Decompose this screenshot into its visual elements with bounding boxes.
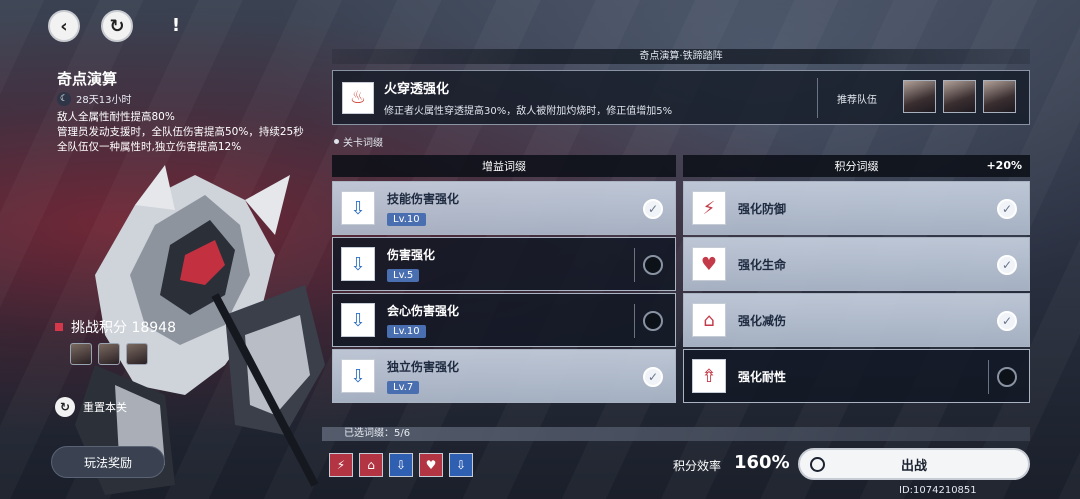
score-column-title: 积分词缀 (834, 160, 879, 173)
timer: ☾ 28天13小时 (57, 91, 131, 106)
bullet-icon (334, 139, 339, 144)
avatar (70, 343, 92, 365)
arrow-down-icon: ⇩ (341, 247, 375, 281)
avatar (126, 343, 148, 365)
ring-icon (810, 457, 825, 472)
reset-icon: ↻ (55, 397, 75, 417)
divider (988, 360, 989, 394)
shield-break-icon: ⚡ (329, 453, 353, 477)
desc-line: 敌人全属性耐性提高80% (57, 111, 175, 123)
arrow-down-icon: ⇩ (341, 303, 375, 337)
check-icon[interactable]: ✓ (997, 255, 1017, 275)
score-mod-name: 强化防御 (738, 201, 787, 216)
check-icon[interactable]: ✓ (643, 199, 663, 219)
score-card[interactable]: ⇮ 强化耐性 (683, 349, 1030, 403)
check-icon[interactable]: ✓ (997, 311, 1017, 331)
score-card[interactable]: ⌂ 强化减伤 ✓ (683, 293, 1030, 347)
score-text: 挑战积分 18948 (71, 320, 176, 336)
team-avatars (70, 343, 148, 365)
buff-name: 会心伤害强化 (387, 304, 460, 318)
reset-label: 重置本关 (83, 401, 127, 414)
mode-description: 敌人全属性耐性提高80% 管理员发动支援时，全队伍伤害提高50%，持续25秒 全… (57, 110, 307, 155)
recommend-label: 推荐队伍 (837, 95, 877, 106)
buff-card[interactable]: ⇩ 独立伤害强化 Lv.7 ✓ (332, 349, 676, 403)
check-icon[interactable]: ✓ (997, 199, 1017, 219)
radio-icon[interactable] (643, 255, 663, 275)
buff-level: Lv.7 (387, 381, 420, 394)
score-card[interactable]: ♥ 强化生命 ✓ (683, 237, 1030, 291)
score-mod-name: 强化减伤 (738, 313, 787, 328)
alert-icon: ! (171, 15, 181, 36)
desc-line: 管理员发动支援时，全队伍伤害提高50%，持续25秒 (57, 126, 304, 138)
radio-icon[interactable] (643, 311, 663, 331)
timer-text: 28天13小时 (76, 95, 132, 106)
house-shield-icon: ⌂ (692, 303, 726, 337)
start-label: 出战 (900, 458, 927, 474)
efficiency-label: 积分效率 (673, 459, 722, 473)
efficiency-value: 160% (734, 452, 790, 473)
avatar[interactable] (943, 80, 976, 113)
buff-column-title: 增益词缀 (482, 160, 526, 173)
info-button[interactable]: ! (165, 15, 187, 39)
arrow-down-icon: ⇩ (341, 359, 375, 393)
avatar (98, 343, 120, 365)
score-mod-name: 强化生命 (738, 257, 787, 272)
check-icon[interactable]: ✓ (643, 367, 663, 387)
modifier-card: ♨ 火穿透强化 修正者火属性穿透提高30%，敌人被附加灼烧时，修正值增加5% 推… (332, 70, 1030, 125)
divider (634, 304, 635, 338)
radio-icon[interactable] (997, 367, 1017, 387)
avatar[interactable] (903, 80, 936, 113)
selected-icons: ⚡ ⌂ ⇩ ♥ ⇩ (329, 453, 473, 477)
desc-line: 全队伍仅一种属性时,独立伤害提高12% (57, 141, 242, 153)
user-id: ID:1074210851 (899, 485, 977, 496)
back-icon: ‹ (60, 15, 68, 37)
score-marker-icon (55, 323, 63, 331)
recommended-team (903, 80, 1016, 113)
divider (634, 248, 635, 282)
moon-icon: ☾ (57, 91, 71, 106)
fire-icon: ♨ (342, 81, 374, 114)
refresh-button[interactable]: ↻ (101, 10, 133, 42)
divider (817, 78, 818, 118)
challenge-score: 挑战积分 18948 (55, 317, 176, 337)
buff-column-header: 增益词缀 (332, 155, 676, 177)
score-mod-name: 强化耐性 (738, 369, 787, 384)
shield-break-icon: ⚡ (692, 191, 726, 225)
buff-card[interactable]: ⇩ 会心伤害强化 Lv.10 (332, 293, 676, 347)
buff-level: Lv.5 (387, 269, 420, 282)
start-battle-button[interactable]: 出战 (798, 448, 1030, 480)
buff-level: Lv.10 (387, 213, 426, 226)
buff-name: 伤害强化 (387, 248, 436, 262)
resistance-icon: ⇮ (692, 359, 726, 393)
reset-button[interactable]: ↻ 重置本关 (55, 397, 127, 417)
buff-name: 独立伤害强化 (387, 360, 460, 374)
arrow-down-icon: ⇩ (449, 453, 473, 477)
score-bonus: +20% (986, 159, 1022, 172)
modifier-title: 火穿透强化 (384, 82, 450, 97)
score-card[interactable]: ⚡ 强化防御 ✓ (683, 181, 1030, 235)
section-label: 关卡词缀 (334, 134, 383, 149)
buff-card[interactable]: ⇩ 伤害强化 Lv.5 (332, 237, 676, 291)
reward-button[interactable]: 玩法奖励 (51, 446, 165, 478)
refresh-icon: ↻ (109, 15, 125, 37)
heart-icon: ♥ (419, 453, 443, 477)
arrow-down-icon: ⇩ (389, 453, 413, 477)
house-shield-icon: ⌂ (359, 453, 383, 477)
mode-title: 奇点演算 (57, 70, 118, 88)
back-button[interactable]: ‹ (48, 10, 80, 42)
avatar[interactable] (983, 80, 1016, 113)
selected-count: 已选词缀：5/6 (322, 427, 1030, 441)
buff-name: 技能伤害强化 (387, 192, 460, 206)
score-column-header: 积分词缀 +20% (683, 155, 1030, 177)
section-label-text: 关卡词缀 (343, 138, 383, 149)
buff-level: Lv.10 (387, 325, 426, 338)
heart-icon: ♥ (692, 247, 726, 281)
stage-title: 奇点演算·铁蹄踏阵 (332, 49, 1030, 64)
arrow-down-icon: ⇩ (341, 191, 375, 225)
modifier-description: 修正者火属性穿透提高30%，敌人被附加灼烧时，修正值增加5% (384, 106, 673, 117)
buff-card[interactable]: ⇩ 技能伤害强化 Lv.10 ✓ (332, 181, 676, 235)
